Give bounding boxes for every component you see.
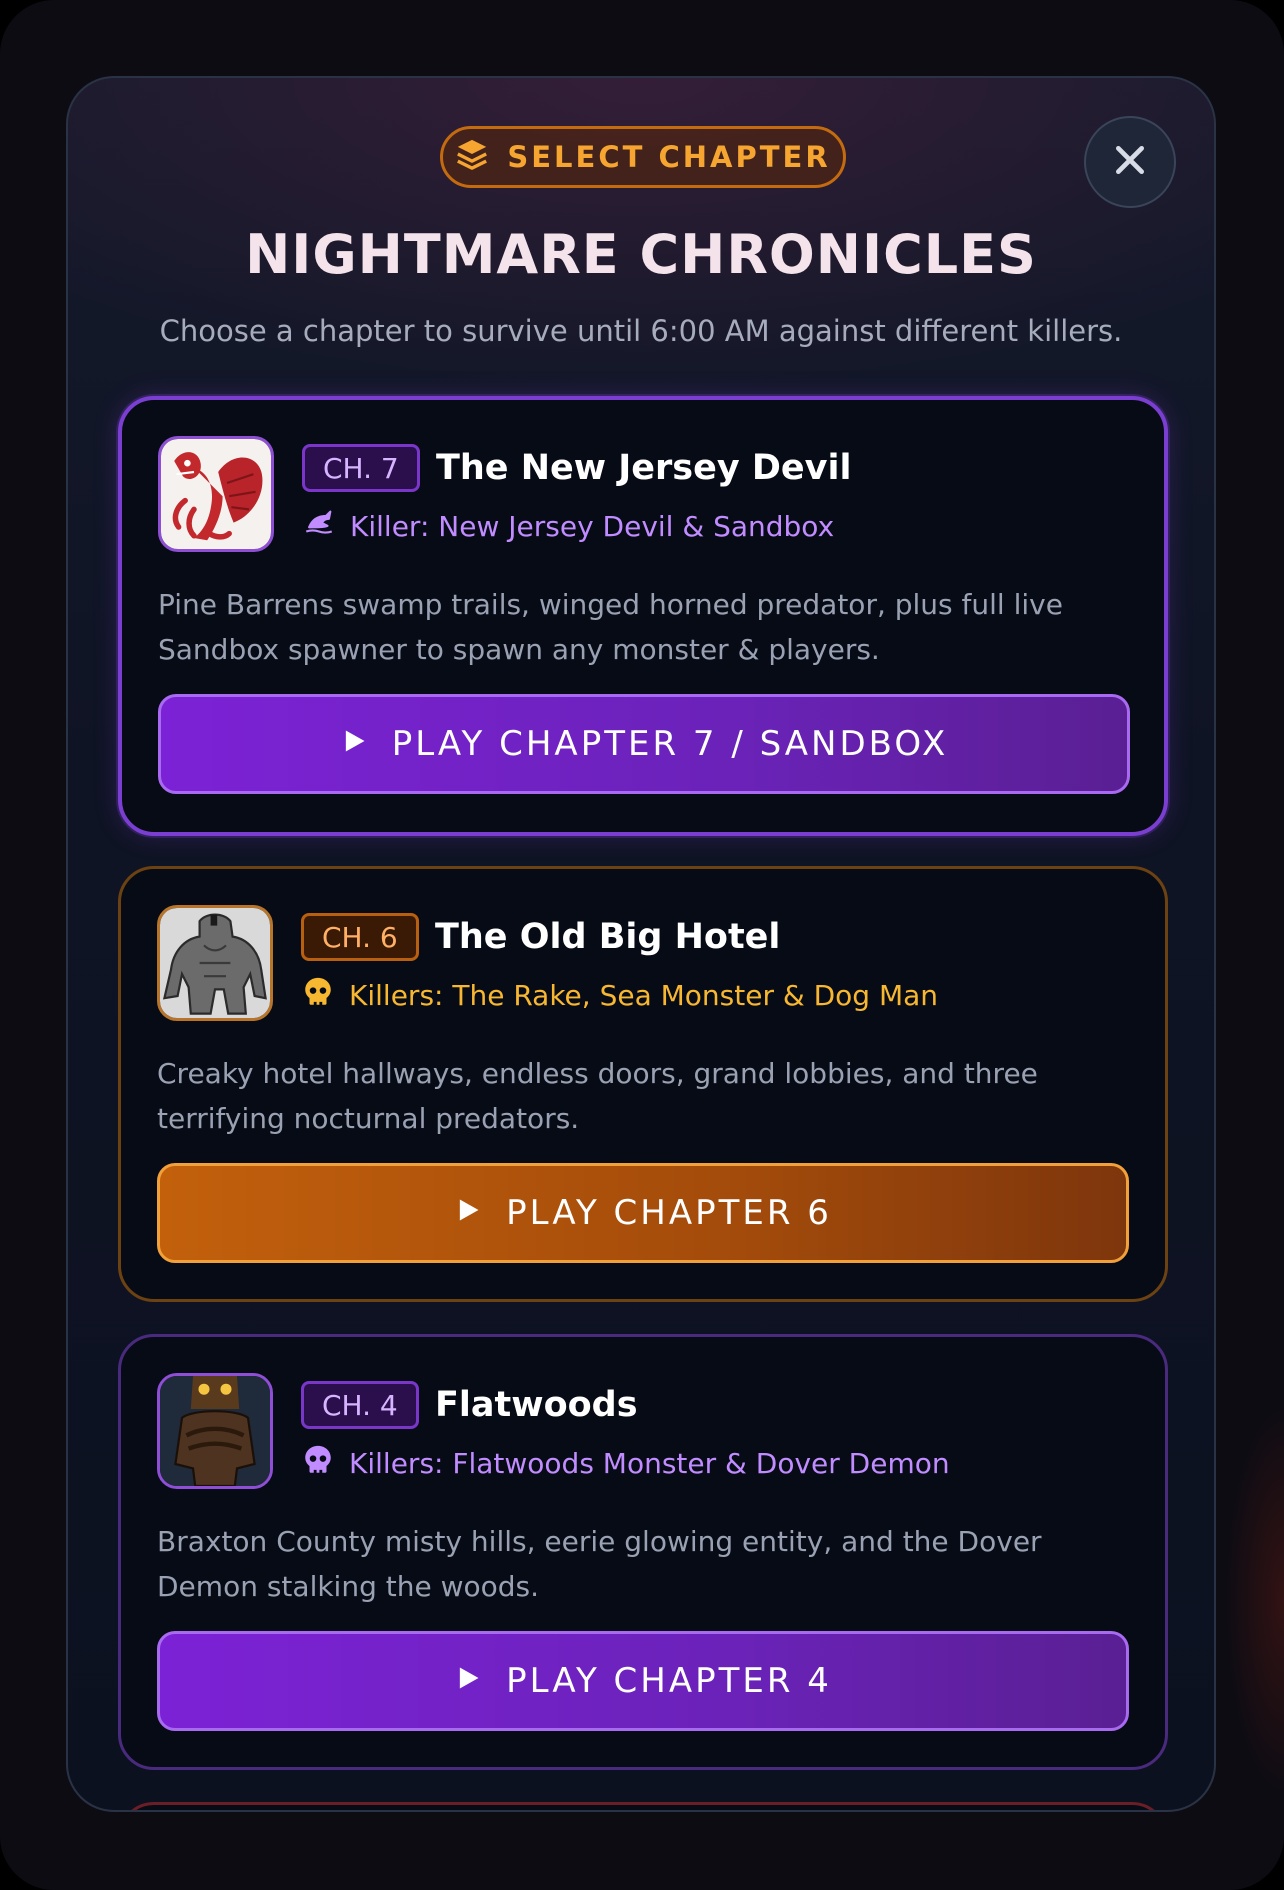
- chapter-title: The New Jersey Devil: [436, 448, 852, 488]
- chapter-card-7: CH. 7 The New Jersey Devil Killer: New J…: [118, 396, 1168, 836]
- killer-line: Killers: The Rake, Sea Monster & Dog Man: [301, 975, 938, 1016]
- play-chapter-7-button[interactable]: PLAY CHAPTER 7 / SANDBOX: [158, 694, 1130, 794]
- killer-line: Killer: New Jersey Devil & Sandbox: [302, 506, 834, 547]
- play-icon: [340, 724, 368, 764]
- chapter-badge: CH. 6: [301, 913, 419, 961]
- chapter-description: Braxton County misty hills, eerie glowin…: [157, 1525, 1042, 1603]
- skull-icon: [301, 975, 335, 1016]
- killer-text: Killers: The Rake, Sea Monster & Dog Man: [349, 979, 939, 1012]
- chapter-title: The Old Big Hotel: [435, 917, 781, 957]
- chapter-description: Creaky hotel hallways, endless doors, gr…: [157, 1057, 1038, 1135]
- close-icon: [1110, 140, 1150, 184]
- play-icon: [454, 1661, 482, 1701]
- chapter-thumbnail: [158, 436, 274, 552]
- play-chapter-4-button[interactable]: PLAY CHAPTER 4: [157, 1631, 1129, 1731]
- flatwoods-monster-image: [160, 1376, 270, 1486]
- close-button[interactable]: [1084, 116, 1176, 208]
- device-frame: SELECT CHAPTER NIGHTMARE CHRONICLES Choo…: [0, 0, 1284, 1890]
- chapter-card-6: CH. 6 The Old Big Hotel Killers: The Rak…: [118, 866, 1168, 1302]
- killer-line: Killers: Flatwoods Monster & Dover Demon: [301, 1443, 950, 1484]
- killer-text: Killers: Flatwoods Monster & Dover Demon: [349, 1447, 950, 1480]
- chapter-card-next: [118, 1802, 1168, 1810]
- chapter-thumbnail: [157, 1373, 273, 1489]
- chapter-title: Flatwoods: [435, 1385, 638, 1425]
- skull-icon: [301, 1443, 335, 1484]
- play-icon: [454, 1193, 482, 1233]
- chapter-badge: CH. 4: [301, 1381, 419, 1429]
- play-label: PLAY CHAPTER 7 / SANDBOX: [391, 724, 949, 764]
- page-title: NIGHTMARE CHRONICLES: [245, 223, 1037, 286]
- chapter-select-modal: SELECT CHAPTER NIGHTMARE CHRONICLES Choo…: [66, 76, 1216, 1812]
- play-chapter-6-button[interactable]: PLAY CHAPTER 6: [157, 1163, 1129, 1263]
- chapter-thumbnail: [157, 905, 273, 1021]
- play-label: PLAY CHAPTER 4: [506, 1661, 832, 1701]
- layers-icon: [455, 137, 489, 178]
- chapter-badge: CH. 7: [302, 444, 420, 492]
- chapter-description: Pine Barrens swamp trails, winged horned…: [158, 588, 1063, 666]
- select-chapter-pill: SELECT CHAPTER: [440, 126, 846, 188]
- dragon-icon: [302, 506, 336, 547]
- jersey-devil-image: [161, 439, 271, 549]
- page-subtitle: Choose a chapter to survive until 6:00 A…: [159, 314, 1123, 348]
- hotel-monster-image: [160, 908, 270, 1018]
- play-label: PLAY CHAPTER 6: [506, 1193, 832, 1233]
- pill-label: SELECT CHAPTER: [507, 140, 831, 174]
- chapter-card-4: CH. 4 Flatwoods Killers: Flatwoods Monst…: [118, 1334, 1168, 1770]
- killer-text: Killer: New Jersey Devil & Sandbox: [350, 510, 835, 543]
